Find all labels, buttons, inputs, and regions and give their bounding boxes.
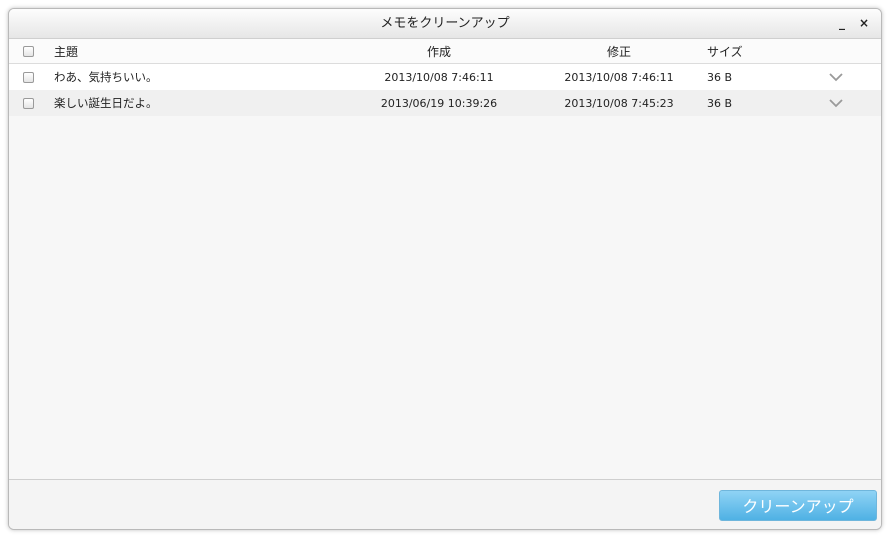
row-modified: 2013/10/08 7:45:23 [564, 96, 674, 110]
title-bar[interactable]: メモをクリーンアップ _ × [9, 9, 881, 39]
row-size: 36 B [707, 70, 733, 84]
minimize-button[interactable]: _ [835, 16, 849, 30]
row-size: 36 B [707, 96, 733, 110]
column-header-modified[interactable]: 修正 [519, 39, 719, 63]
select-all-checkbox[interactable] [23, 45, 34, 57]
row-checkbox-cell [23, 64, 37, 90]
row-subject: わあ、気持ちいい。 [54, 70, 158, 84]
select-all-cell [23, 39, 37, 63]
chevron-down-icon [829, 99, 843, 108]
row-checkbox[interactable] [23, 97, 34, 109]
dialog-footer: クリーンアップ [9, 479, 881, 529]
close-button[interactable]: × [857, 16, 871, 30]
table-header: 主題 作成 修正 サイズ [9, 39, 881, 64]
row-checkbox[interactable] [23, 71, 34, 83]
column-header-subject[interactable]: 主題 [54, 39, 78, 63]
row-expand-button[interactable] [827, 64, 845, 90]
table-row[interactable]: わあ、気持ちいい。 2013/10/08 7:46:11 2013/10/08 … [9, 64, 881, 90]
chevron-down-icon [829, 73, 843, 82]
row-expand-button[interactable] [827, 90, 845, 116]
row-created: 2013/06/19 10:39:26 [380, 96, 498, 110]
dialog-title: メモをクリーンアップ [380, 16, 510, 31]
row-checkbox-cell [23, 90, 37, 116]
row-modified: 2013/10/08 7:46:11 [564, 70, 674, 84]
column-header-size[interactable]: サイズ [707, 39, 743, 63]
row-created: 2013/10/08 7:46:11 [384, 70, 494, 84]
column-header-created[interactable]: 作成 [339, 39, 539, 63]
cleanup-dialog: メモをクリーンアップ _ × 主題 作成 修正 サイズ わあ、気持ちいい。 20… [8, 8, 882, 530]
table-row[interactable]: 楽しい誕生日だよ。 2013/06/19 10:39:26 2013/10/08… [9, 90, 881, 116]
cleanup-button[interactable]: クリーンアップ [719, 490, 877, 521]
row-subject: 楽しい誕生日だよ。 [54, 96, 158, 110]
